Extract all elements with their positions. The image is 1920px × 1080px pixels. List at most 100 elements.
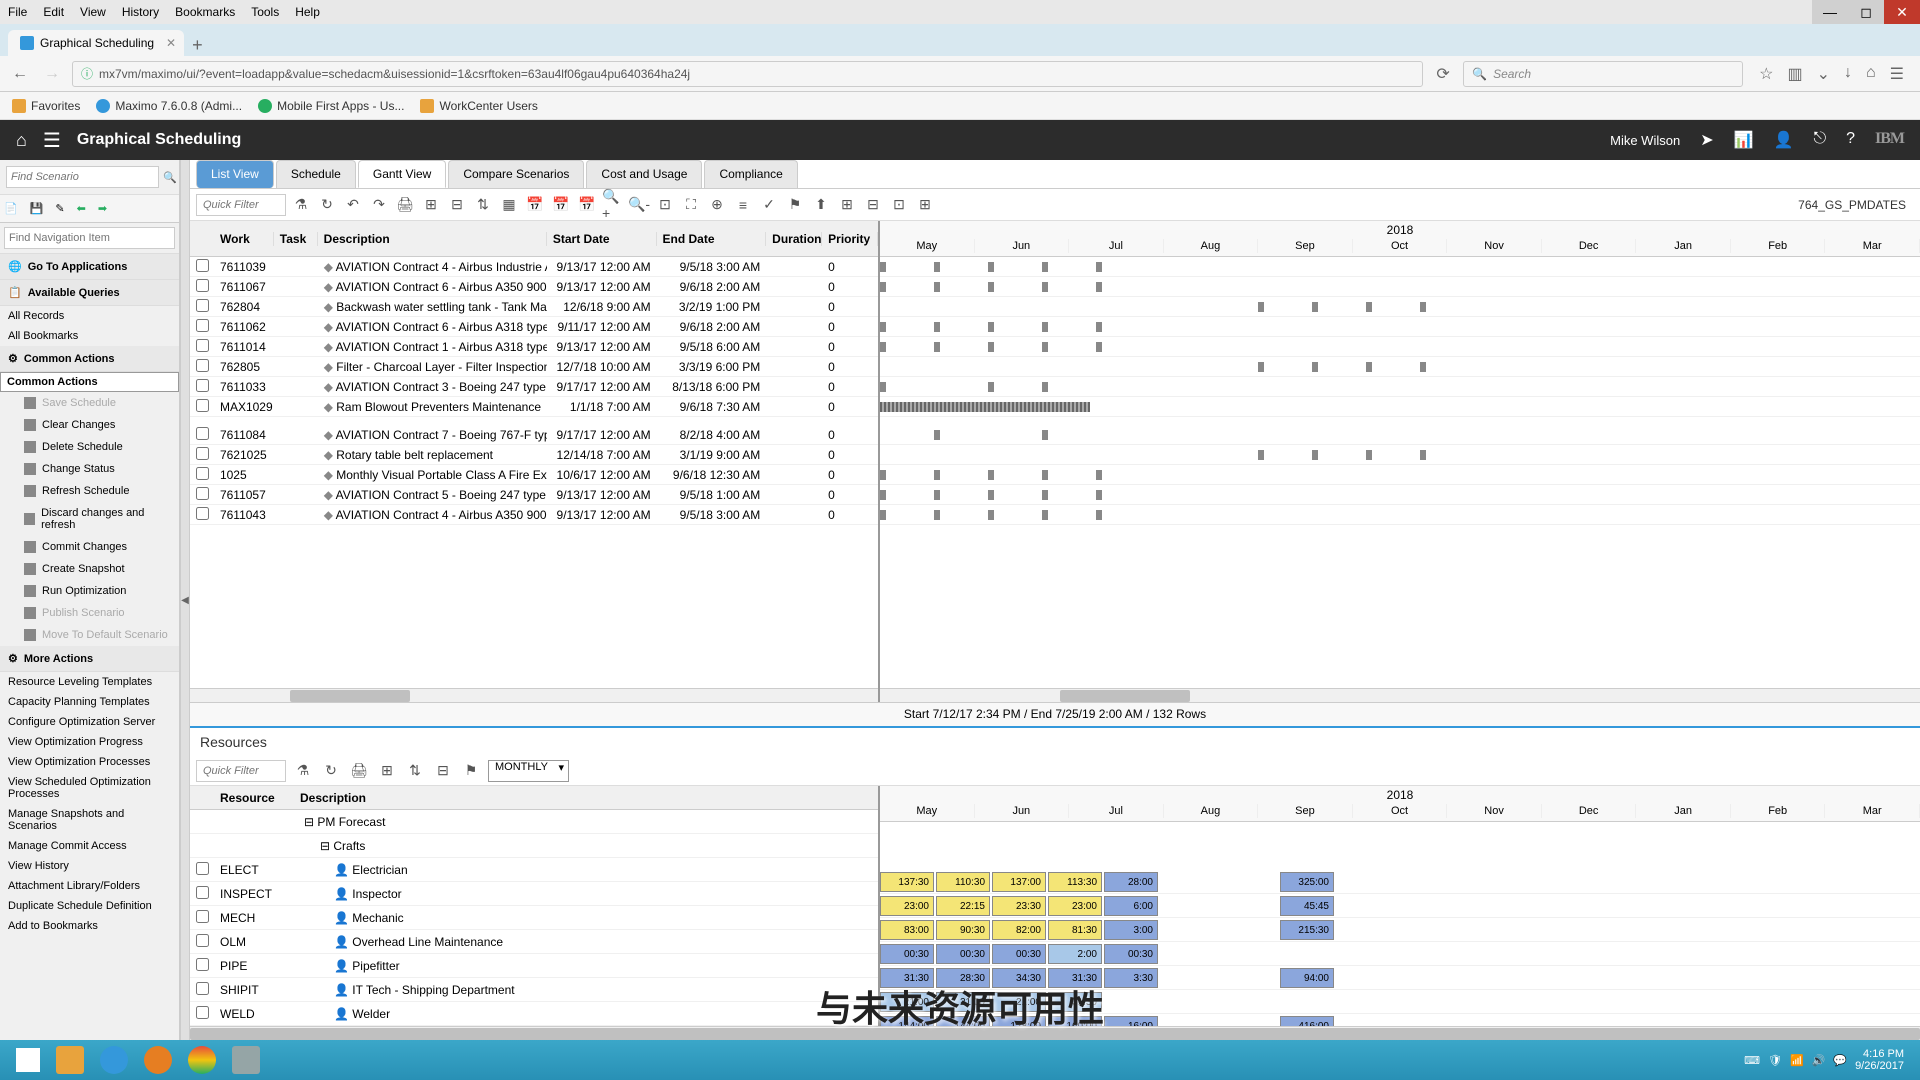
tree-crafts[interactable]: Crafts (333, 839, 365, 853)
save-icon[interactable]: 💾 (30, 202, 44, 215)
library-icon[interactable]: ▥ (1787, 64, 1802, 84)
period-select[interactable]: MONTHLY ▾ (488, 760, 569, 782)
res-checkbox[interactable] (196, 1006, 209, 1019)
grid-row[interactable]: 7611057 ◆ AVIATION Contract 5 - Boeing 2… (190, 485, 878, 505)
window-minimize[interactable]: — (1812, 0, 1848, 24)
resource-bar[interactable]: 82:00 (992, 920, 1046, 940)
refresh-icon[interactable]: ↻ (316, 194, 338, 216)
resource-bar[interactable]: 113:30 (1048, 872, 1102, 892)
tool5-icon[interactable]: ⬆ (810, 194, 832, 216)
res-tool4-icon[interactable]: ⚑ (460, 760, 482, 782)
res-tool2-icon[interactable]: ⇅ (404, 760, 426, 782)
task-ie[interactable] (94, 1040, 134, 1080)
goto-section[interactable]: 🌐 Go To Applications (0, 254, 179, 280)
menu-file[interactable]: File (8, 5, 27, 19)
resource-bar[interactable]: 110:30 (936, 872, 990, 892)
action-item[interactable]: Discard changes and refresh (0, 502, 179, 536)
tool4-icon[interactable]: ⚑ (784, 194, 806, 216)
bookmark-maximo[interactable]: Maximo 7.6.0.8 (Admi... (96, 99, 242, 113)
expand-icon[interactable]: ⛶ (680, 194, 702, 216)
res-checkbox[interactable] (196, 958, 209, 971)
resource-bar[interactable]: 137:00 (992, 872, 1046, 892)
browser-tab[interactable]: Graphical Scheduling ✕ (8, 30, 184, 56)
menu-icon[interactable]: ☰ (1890, 64, 1904, 84)
resource-row[interactable]: OLM 👤 Overhead Line Maintenance (190, 930, 878, 954)
res-checkbox[interactable] (196, 910, 209, 923)
resource-bar[interactable]: 81:30 (1048, 920, 1102, 940)
more-action-item[interactable]: Add to Bookmarks (0, 916, 179, 936)
tool3-icon[interactable]: ✓ (758, 194, 780, 216)
resource-bar[interactable]: 90:30 (936, 920, 990, 940)
more-action-item[interactable]: Capacity Planning Templates (0, 692, 179, 712)
more-action-item[interactable]: Duplicate Schedule Definition (0, 896, 179, 916)
common-actions-section[interactable]: ⚙ Common Actions (0, 346, 179, 372)
task-firefox[interactable] (138, 1040, 178, 1080)
help-icon[interactable]: ? (1846, 130, 1855, 150)
col-work[interactable]: Work (214, 232, 274, 246)
row-checkbox[interactable] (196, 319, 209, 332)
resource-bar[interactable]: 00:30 (1104, 944, 1158, 964)
quick-filter-input[interactable] (196, 194, 286, 216)
res-checkbox[interactable] (196, 862, 209, 875)
next-icon[interactable]: ➡ (98, 202, 107, 215)
resource-row[interactable]: WELD 👤 Welder (190, 1002, 878, 1026)
resource-bar[interactable]: 23:00 (1048, 896, 1102, 916)
window-maximize[interactable]: ◻ (1848, 0, 1884, 24)
tray-icon[interactable]: 🔊 (1812, 1054, 1826, 1067)
more-action-item[interactable]: Resource Leveling Templates (0, 672, 179, 692)
more-action-item[interactable]: Manage Commit Access (0, 836, 179, 856)
search-icon[interactable]: 🔍 (163, 171, 177, 184)
home-icon[interactable]: ⌂ (16, 130, 27, 151)
more-action-item[interactable]: View Optimization Processes (0, 752, 179, 772)
tool2-icon[interactable]: ≡ (732, 194, 754, 216)
tool7-icon[interactable]: ⊟ (862, 194, 884, 216)
tab-compare-scenarios[interactable]: Compare Scenarios (448, 160, 584, 188)
tab-close-icon[interactable]: ✕ (166, 36, 176, 50)
more-action-item[interactable]: View History (0, 856, 179, 876)
resource-row[interactable]: MECH 👤 Mechanic (190, 906, 878, 930)
grid-hscroll[interactable] (190, 688, 878, 702)
tab-cost-and-usage[interactable]: Cost and Usage (586, 160, 702, 188)
tool8-icon[interactable]: ⊡ (888, 194, 910, 216)
res-tool3-icon[interactable]: ⊟ (432, 760, 454, 782)
menu-bookmarks[interactable]: Bookmarks (175, 5, 235, 19)
row-checkbox[interactable] (196, 279, 209, 292)
tab-compliance[interactable]: Compliance (704, 160, 797, 188)
resource-bar[interactable]: 00:30 (936, 944, 990, 964)
task-explorer[interactable] (50, 1040, 90, 1080)
resource-bar[interactable]: 16:00 (1104, 1016, 1158, 1026)
query-all-bookmarks[interactable]: All Bookmarks (0, 326, 179, 346)
find-scenario-input[interactable] (6, 166, 159, 188)
tool1-icon[interactable]: ⊕ (706, 194, 728, 216)
grid-row[interactable]: MAX1029 ◆ Ram Blowout Preventers Mainten… (190, 397, 878, 417)
col-task[interactable]: Task (274, 232, 318, 246)
sort-icon[interactable]: ⇅ (472, 194, 494, 216)
row-checkbox[interactable] (196, 339, 209, 352)
grid-row[interactable]: 7611043 ◆ AVIATION Contract 4 - Airbus A… (190, 505, 878, 525)
row-checkbox[interactable] (196, 507, 209, 520)
resource-row[interactable]: PIPE 👤 Pipefitter (190, 954, 878, 978)
tab-list-view[interactable]: List View (196, 160, 274, 188)
task-chrome[interactable] (182, 1040, 222, 1080)
resource-bar[interactable]: 6:00 (1104, 896, 1158, 916)
tool6-icon[interactable]: ⊞ (836, 194, 858, 216)
row-checkbox[interactable] (196, 467, 209, 480)
redo-icon[interactable]: ↷ (368, 194, 390, 216)
common-actions-dropdown[interactable]: Common Actions (0, 372, 179, 392)
columns-icon[interactable]: ▦ (498, 194, 520, 216)
action-item[interactable]: Run Optimization (0, 580, 179, 602)
filter-icon[interactable]: ⚗ (290, 194, 312, 216)
query-all-records[interactable]: All Records (0, 306, 179, 326)
chart-icon[interactable]: 📊 (1734, 130, 1754, 150)
back-button[interactable]: ← (8, 62, 32, 86)
rcol-resource[interactable]: Resource (214, 791, 294, 805)
menu-tools[interactable]: Tools (251, 5, 279, 19)
col-end[interactable]: End Date (657, 232, 767, 246)
cal1-icon[interactable]: 📅 (524, 194, 546, 216)
bookmark-mobile[interactable]: Mobile First Apps - Us... (258, 99, 404, 113)
action-item[interactable]: Change Status (0, 458, 179, 480)
zoomin-icon[interactable]: 🔍+ (602, 194, 624, 216)
res-filter-input[interactable] (196, 760, 286, 782)
resource-bar[interactable]: 23:30 (992, 896, 1046, 916)
action-item[interactable]: Delete Schedule (0, 436, 179, 458)
